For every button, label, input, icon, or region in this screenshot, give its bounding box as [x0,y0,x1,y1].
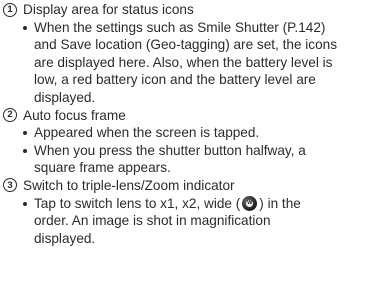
item-2-heading: 2 Auto focus frame [3,107,382,125]
text-line: displayed. [34,230,96,246]
text-line: and Save location (Geo-tagging) are set,… [34,37,338,53]
text-fragment: ) in the [259,195,301,211]
item-3-heading: 3 Switch to triple-lens/Zoom indicator [3,177,382,195]
text-line: low, a red battery icon and the battery … [34,72,316,88]
lens-icon-glyph: W [247,199,253,206]
item-1-title: Display area for status icons [23,2,194,17]
item-2-title: Auto focus frame [23,107,126,123]
item-2-bullet-2: When you press the shutter button halfwa… [3,142,382,177]
circled-number-1: 1 [3,2,17,17]
wide-lens-icon: W [242,195,258,211]
text-line: square frame appears. [34,160,171,176]
item-1-heading: 1 Display area for status icons [3,1,382,19]
item-1-bullet-1: When the settings such as Smile Shutter … [3,19,382,107]
text-line-with-icon: Tap to switch lens to x1, x2, wide ( W ) i… [34,195,382,213]
item-3-bullet-1: Tap to switch lens to x1, x2, wide ( W ) i… [3,195,382,248]
item-3-title: Switch to triple-lens/Zoom indicator [23,177,235,193]
text-line: When the settings such as Smile Shutter … [34,19,326,35]
text-line: are displayed here. Also, when the batte… [34,54,333,70]
text-line: When you press the shutter button halfwa… [34,142,306,158]
circled-number-3: 3 [3,178,17,193]
item-2-bullet-1: Appeared when the screen is tapped. [3,124,382,142]
text-fragment: Tap to switch lens to x1, x2, wide ( [34,195,241,211]
document-page: 1 Display area for status icons When the… [0,0,382,300]
text-line: displayed. [34,89,96,105]
text-line: Appeared when the screen is tapped. [34,125,260,141]
circled-number-2: 2 [3,108,17,123]
text-line: order. An image is shot in magnification [34,213,271,229]
